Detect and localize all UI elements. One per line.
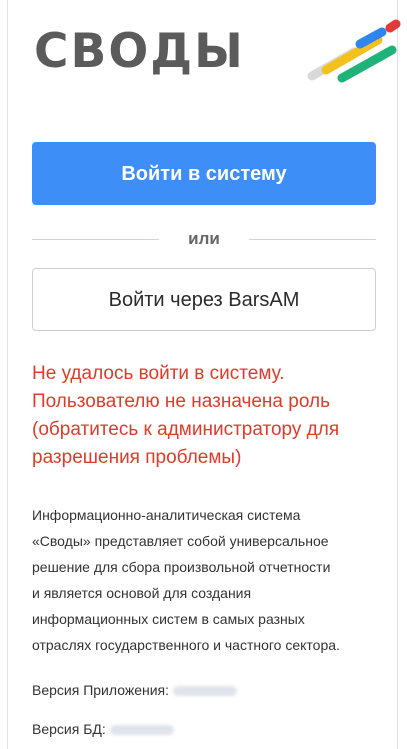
login-barsam-button[interactable]: Войти через BarsAM — [32, 268, 376, 331]
system-description: Информационно-аналитическая система «Сво… — [32, 502, 392, 658]
login-button[interactable]: Войти в систему — [32, 142, 376, 205]
db-version: Версия БД: — [32, 719, 174, 739]
logo-stripes-icon — [307, 19, 401, 83]
error-line: Не удалось войти в систему. — [32, 363, 285, 384]
description-line: отраслях государственного и частного сек… — [32, 637, 340, 653]
error-line: Пользователю не назначена роль — [32, 391, 330, 412]
description-line: «Своды» представляет собой универсальное — [32, 533, 329, 549]
error-line: разрешения проблемы) — [32, 447, 242, 468]
or-divider: или — [32, 228, 376, 250]
app-version-value-redacted — [173, 686, 237, 697]
app-version: Версия Приложения: — [32, 680, 237, 700]
error-message: Не удалось войти в систему. Пользователю… — [32, 360, 382, 472]
app-version-label: Версия Приложения: — [32, 682, 169, 698]
description-line: Информационно-аналитическая система — [32, 507, 301, 523]
description-line: информационных систем в самых разных — [32, 611, 305, 627]
login-panel: СВОДЫ Войти в систему или Войти через Ba… — [7, 0, 401, 749]
description-line: решение для сбора произвольной отчетност… — [32, 559, 331, 575]
logo-text: СВОДЫ — [34, 24, 245, 79]
db-version-value-redacted — [109, 725, 174, 736]
app-logo: СВОДЫ — [34, 18, 404, 88]
error-line: (обратитесь к администратору для — [32, 419, 340, 440]
db-version-label: Версия БД: — [32, 721, 106, 737]
description-line: и является основой для создания — [32, 585, 252, 601]
divider-line-right — [249, 239, 376, 240]
